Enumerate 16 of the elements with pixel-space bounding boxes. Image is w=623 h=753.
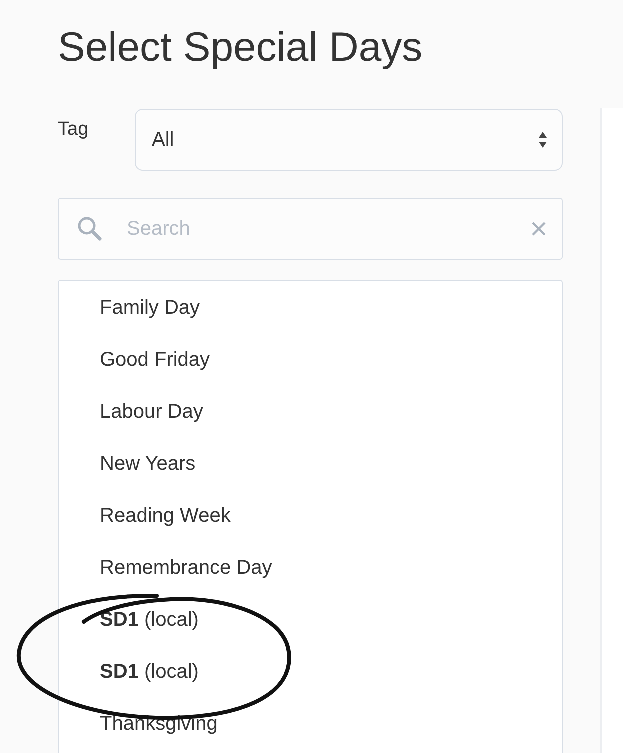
day-item[interactable]: Reading Week (59, 505, 562, 557)
day-item[interactable]: New Years (59, 453, 562, 505)
day-item[interactable]: Labour Day (59, 401, 562, 453)
day-item[interactable]: Good Friday (59, 349, 562, 401)
sort-arrows-icon (538, 131, 548, 149)
search-icon (77, 216, 103, 242)
day-item[interactable]: SD1 (local) (59, 661, 562, 713)
day-item[interactable]: Family Day (59, 297, 562, 349)
day-item[interactable]: Thanksgiving (59, 713, 562, 753)
clear-icon[interactable] (531, 221, 547, 237)
tag-label: Tag (58, 118, 90, 141)
day-item[interactable]: SD1 (local) (59, 609, 562, 661)
day-item[interactable]: Remembrance Day (59, 557, 562, 609)
search-field[interactable]: Search (58, 198, 563, 260)
page-title: Select Special Days (58, 24, 424, 71)
tag-select[interactable]: All (135, 109, 563, 171)
